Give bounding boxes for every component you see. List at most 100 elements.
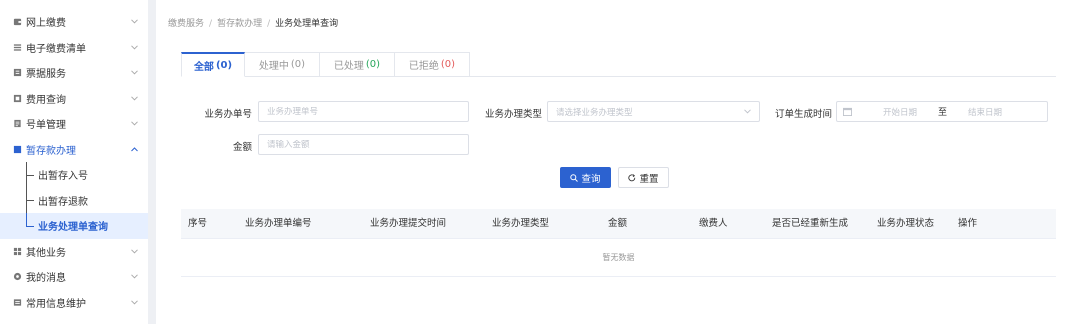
amount-field[interactable] — [258, 134, 469, 155]
sidebar-item-order-management[interactable]: 号单管理 — [0, 111, 148, 137]
search-button-label: 查询 — [581, 173, 601, 185]
sidebar-item-label: 网上缴费 — [26, 18, 66, 30]
sidebar-item-my-messages[interactable]: 我的消息 — [0, 264, 148, 290]
breadcrumb-item[interactable]: 暂存款办理 — [217, 19, 262, 29]
sidebar-item-deposit-handling[interactable]: 暂存款办理 — [0, 137, 148, 163]
tab-count: (0) — [365, 59, 381, 70]
sidebar-subitem-label: 出暂存入号 — [38, 171, 88, 183]
sidebar-item-label: 我的消息 — [26, 273, 66, 285]
chevron-down-icon — [744, 109, 751, 114]
column-header: 业务办理状态 — [877, 218, 935, 229]
order-time-range[interactable]: 开始日期 至 结束日期 — [836, 101, 1048, 122]
sidebar-item-label: 票据服务 — [26, 69, 66, 81]
column-header: 业务办理单编号 — [245, 218, 312, 229]
sidebar-subitem-deposit-refund[interactable]: 出暂存退款 — [0, 187, 148, 214]
reset-button-label: 重置 — [639, 173, 659, 185]
breadcrumb-separator: / — [267, 19, 271, 29]
main-panel: 缴费服务 / 暂存款办理 / 业务处理单查询 全部 (0) 处理中 (0) 已处理 (0) 已… — [156, 0, 1080, 324]
table-empty-state: 暂无数据 — [181, 239, 1056, 277]
deposit-icon — [12, 144, 22, 154]
tab-label: 全部 — [193, 61, 214, 73]
chevron-down-icon — [130, 120, 138, 128]
tab-processed[interactable]: 已处理 (0) — [320, 52, 395, 77]
sidebar-item-other-business[interactable]: 其他业务 — [0, 239, 148, 265]
calendar-icon — [843, 107, 852, 116]
tree-line — [26, 187, 34, 214]
order-no-input[interactable] — [267, 106, 468, 117]
tree-line — [26, 162, 34, 188]
tab-count: (0) — [290, 59, 306, 70]
table-header: 序号 业务办理单编号 业务办理提交时间 业务办理类型 金额 缴费人 是否已经重新… — [181, 209, 1056, 239]
receipt-icon — [12, 68, 22, 78]
end-date-placeholder[interactable]: 结束日期 — [959, 106, 1011, 118]
breadcrumb-item[interactable]: 缴费服务 — [168, 19, 204, 29]
sidebar-subitem-label: 出暂存退款 — [38, 196, 88, 208]
tree-line — [26, 213, 34, 239]
chevron-down-icon — [130, 298, 138, 306]
sidebar-item-label: 电子缴费清单 — [26, 43, 86, 55]
column-header: 是否已经重新生成 — [772, 218, 849, 229]
chevron-down-icon — [130, 247, 138, 255]
sidebar: 网上缴费 电子缴费清单 票据服务 费用查询 号单管理 暂存款办理 出暂存入号 出… — [0, 0, 148, 324]
column-header: 缴费人 — [699, 218, 728, 229]
tab-label: 已拒绝 — [408, 61, 439, 72]
chevron-down-icon — [130, 94, 138, 102]
amount-label: 金额 — [232, 142, 252, 153]
sidebar-item-common-info[interactable]: 常用信息维护 — [0, 290, 148, 316]
search-button[interactable]: 查询 — [560, 167, 611, 188]
sidebar-item-fee-query[interactable]: 费用查询 — [0, 86, 148, 112]
order-time-label: 订单生成时间 — [774, 109, 832, 120]
status-tabs: 全部 (0) 处理中 (0) 已处理 (0) 已拒绝 (0) — [181, 52, 470, 77]
tab-count: (0) — [440, 59, 456, 70]
list-icon — [12, 42, 22, 52]
tab-count: (0) — [215, 59, 233, 71]
query-icon — [12, 93, 22, 103]
chevron-up-icon — [130, 145, 138, 153]
chevron-down-icon — [130, 69, 138, 77]
amount-input[interactable] — [267, 139, 468, 150]
message-icon — [12, 272, 22, 282]
refresh-icon — [628, 173, 636, 181]
settings-icon — [12, 297, 22, 307]
chevron-down-icon — [130, 273, 138, 281]
sidebar-subitem-business-order-query[interactable]: 业务处理单查询 — [0, 213, 148, 239]
sidebar-item-receipt-service[interactable]: 票据服务 — [0, 60, 148, 86]
empty-text: 暂无数据 — [602, 253, 635, 262]
tab-label: 已处理 — [333, 61, 364, 72]
sidebar-item-label: 其他业务 — [26, 247, 66, 259]
biz-type-label: 业务办理类型 — [484, 109, 542, 120]
breadcrumb-separator: / — [209, 19, 213, 29]
sidebar-item-label: 暂存款办理 — [26, 145, 76, 157]
column-header: 业务办理提交时间 — [370, 218, 447, 229]
order-no-label: 业务办单号 — [204, 109, 252, 120]
column-header: 金额 — [608, 218, 628, 229]
tab-all[interactable]: 全部 (0) — [181, 52, 245, 77]
column-header: 序号 — [188, 218, 208, 229]
sidebar-item-online-payment[interactable]: 网上缴费 — [0, 9, 148, 35]
column-header: 操作 — [958, 218, 978, 229]
sidebar-item-label: 号单管理 — [26, 120, 66, 132]
order-no-field[interactable] — [258, 101, 469, 122]
grid-icon — [12, 246, 22, 256]
biz-type-select[interactable]: 请选择业务办理类型 — [547, 101, 760, 122]
biz-type-placeholder: 请选择业务办理类型 — [556, 107, 633, 118]
sidebar-item-e-payment-list[interactable]: 电子缴费清单 — [0, 35, 148, 61]
column-header: 业务办理类型 — [492, 218, 550, 229]
sidebar-item-label: 费用查询 — [26, 94, 66, 106]
sidebar-subitem-deposit-in[interactable]: 出暂存入号 — [0, 162, 148, 188]
sidebar-item-label: 常用信息维护 — [26, 298, 86, 310]
breadcrumb: 缴费服务 / 暂存款办理 / 业务处理单查询 — [168, 16, 338, 29]
chevron-down-icon — [130, 43, 138, 51]
reset-button[interactable]: 重置 — [618, 167, 669, 188]
chevron-down-icon — [130, 18, 138, 26]
tab-label: 处理中 — [258, 61, 289, 72]
document-icon — [12, 119, 22, 129]
breadcrumb-current: 业务处理单查询 — [275, 19, 339, 29]
tab-rejected[interactable]: 已拒绝 (0) — [395, 52, 470, 77]
tab-processing[interactable]: 处理中 (0) — [245, 52, 320, 77]
wallet-icon — [12, 17, 22, 27]
search-icon — [570, 173, 579, 182]
sidebar-subitem-label: 业务处理单查询 — [38, 222, 108, 234]
date-range-separator: 至 — [938, 108, 948, 118]
start-date-placeholder[interactable]: 开始日期 — [874, 106, 926, 118]
